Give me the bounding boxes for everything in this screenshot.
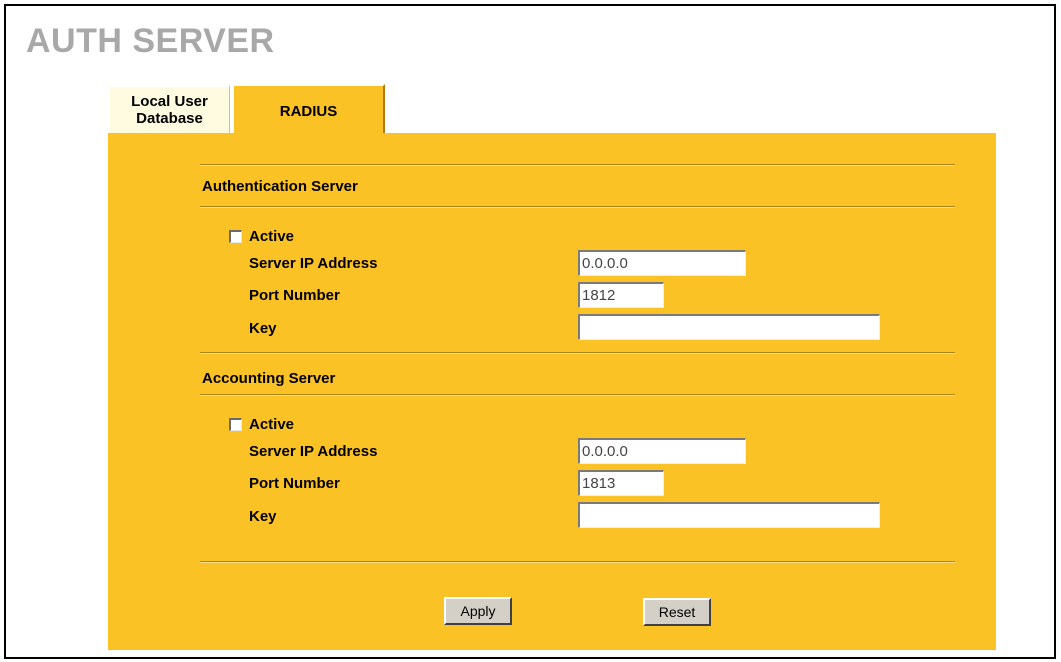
auth-key-label: Key bbox=[249, 320, 277, 337]
auth-key-input[interactable] bbox=[578, 314, 880, 340]
auth-ip-label: Server IP Address bbox=[249, 255, 378, 272]
acct-key-label: Key bbox=[249, 508, 277, 525]
acct-active-checkbox[interactable] bbox=[229, 418, 242, 431]
auth-server-title: Authentication Server bbox=[202, 178, 358, 195]
tab-label-line2: Database bbox=[136, 110, 203, 127]
auth-port-input[interactable] bbox=[578, 282, 664, 308]
divider bbox=[200, 164, 955, 166]
tab-label-line1: Local User bbox=[131, 93, 208, 110]
auth-active-checkbox[interactable] bbox=[229, 230, 242, 243]
tab-radius[interactable]: RADIUS bbox=[233, 84, 385, 136]
acct-ip-label: Server IP Address bbox=[249, 443, 378, 460]
divider bbox=[200, 561, 955, 563]
auth-active-label: Active bbox=[249, 228, 295, 245]
divider bbox=[200, 206, 955, 208]
radius-panel bbox=[108, 133, 996, 650]
auth-port-label: Port Number bbox=[249, 287, 340, 304]
acct-server-title: Accounting Server bbox=[202, 370, 336, 387]
divider bbox=[200, 352, 955, 354]
acct-active-label: Active bbox=[249, 416, 295, 433]
tab-radius-label: RADIUS bbox=[279, 102, 338, 120]
apply-button[interactable]: Apply bbox=[444, 597, 512, 625]
reset-button[interactable]: Reset bbox=[643, 598, 711, 626]
acct-port-input[interactable] bbox=[578, 470, 664, 496]
tab-local-user-database[interactable]: Local User Database bbox=[108, 85, 230, 133]
auth-ip-input[interactable] bbox=[578, 250, 746, 276]
acct-port-label: Port Number bbox=[249, 475, 340, 492]
tab-local-user-database-label: Local User Database bbox=[131, 93, 208, 127]
acct-ip-input[interactable] bbox=[578, 438, 746, 464]
acct-key-input[interactable] bbox=[578, 502, 880, 528]
divider bbox=[200, 394, 955, 396]
page-title: AUTH SERVER bbox=[26, 22, 275, 60]
